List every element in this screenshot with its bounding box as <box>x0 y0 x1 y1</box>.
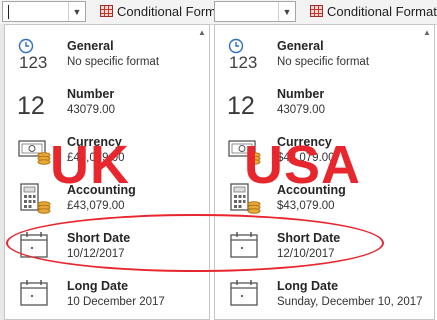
format-sample: 43079.00 <box>67 104 115 116</box>
banknote-coins-icon <box>17 133 53 167</box>
calendar-icon <box>17 277 53 311</box>
number-format-combo[interactable]: ▼ <box>2 1 86 22</box>
format-item-long-date[interactable]: Long Date Sunday, December 10, 2017 <box>215 271 434 319</box>
number-12-icon: 12 <box>17 92 45 120</box>
format-sample: No specific format <box>67 56 160 68</box>
conditional-formatting-button[interactable]: Conditional Form <box>100 2 214 22</box>
format-sample: No specific format <box>277 56 370 68</box>
conditional-formatting-label: Conditional Formatti <box>327 4 437 19</box>
format-label: Long Date <box>277 279 339 293</box>
format-sample: Sunday, December 10, 2017 <box>277 296 423 308</box>
format-item-number[interactable]: 12 Number 43079.00 <box>215 79 434 127</box>
calendar-icon <box>227 277 263 311</box>
format-sample: 43079.00 <box>277 104 325 116</box>
ribbon-bar: ▼ Conditional Form <box>0 0 214 25</box>
format-sample: 10 December 2017 <box>67 296 165 308</box>
format-item-long-date[interactable]: Long Date 10 December 2017 <box>5 271 209 319</box>
number-12-icon: 12 <box>227 92 255 120</box>
text-cursor <box>8 5 9 19</box>
chevron-down-icon[interactable]: ▼ <box>278 2 295 21</box>
format-sample: $43,079.00 <box>277 200 335 212</box>
clock-123-icon: 123 <box>227 37 263 72</box>
format-item-general[interactable]: 123 General No specific format <box>215 31 434 79</box>
svg-text:123: 123 <box>229 53 257 71</box>
format-label: Number <box>277 87 325 101</box>
format-item-general[interactable]: 123 General No specific format <box>5 31 209 79</box>
format-label: Number <box>67 87 115 101</box>
conditional-formatting-label: Conditional Form <box>117 4 214 19</box>
ribbon-bar: ▼ Conditional Formatti <box>214 0 437 25</box>
conditional-formatting-icon <box>100 5 113 17</box>
conditional-formatting-icon <box>310 5 323 17</box>
conditional-formatting-button[interactable]: Conditional Formatti <box>310 2 437 22</box>
number-format-combo[interactable]: ▼ <box>214 1 296 22</box>
format-label: General <box>67 39 114 53</box>
usa-annotation: USA <box>244 135 362 195</box>
clock-123-icon: 123 <box>17 37 53 72</box>
format-item-number[interactable]: 12 Number 43079.00 <box>5 79 209 127</box>
svg-text:123: 123 <box>19 53 47 71</box>
calculator-coins-icon <box>17 181 53 215</box>
uk-annotation: UK <box>50 135 130 195</box>
format-sample: £43,079.00 <box>67 200 125 212</box>
format-label: Long Date <box>67 279 129 293</box>
format-label: General <box>277 39 324 53</box>
chevron-down-icon[interactable]: ▼ <box>68 2 85 21</box>
short-date-highlight-ellipse <box>6 214 384 272</box>
